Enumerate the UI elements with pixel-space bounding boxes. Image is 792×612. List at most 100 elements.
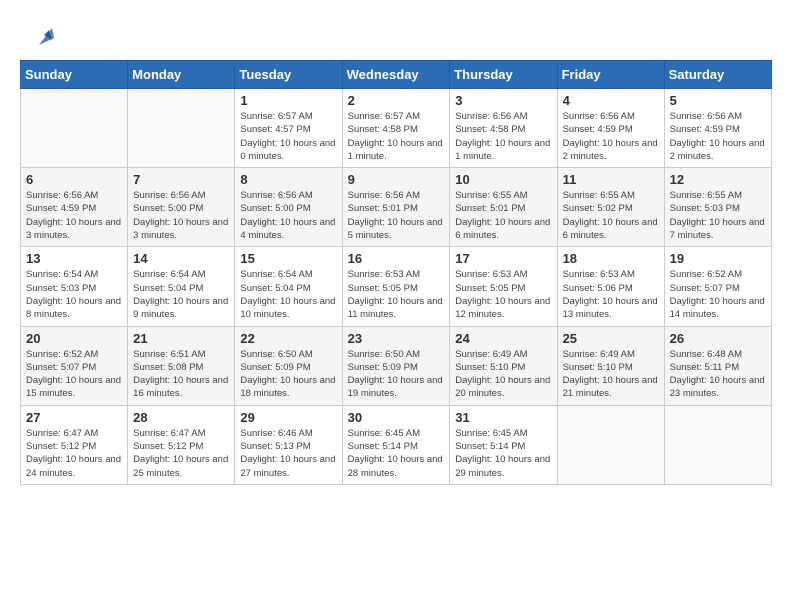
day-info: Sunrise: 6:49 AM Sunset: 5:10 PM Dayligh… <box>563 348 659 401</box>
day-info: Sunrise: 6:54 AM Sunset: 5:04 PM Dayligh… <box>133 268 229 321</box>
day-number: 13 <box>26 251 122 266</box>
day-info: Sunrise: 6:55 AM Sunset: 5:03 PM Dayligh… <box>670 189 766 242</box>
calendar-cell: 13 Sunrise: 6:54 AM Sunset: 5:03 PM Dayli… <box>21 247 128 326</box>
day-info: Sunrise: 6:53 AM Sunset: 5:05 PM Dayligh… <box>455 268 551 321</box>
day-info: Sunrise: 6:49 AM Sunset: 5:10 PM Dayligh… <box>455 348 551 401</box>
calendar-cell: 3 Sunrise: 6:56 AM Sunset: 4:58 PM Daylig… <box>450 89 557 168</box>
calendar-cell: 18Sunrise: 6:53 AM Sunset: 5:06 PM Dayli… <box>557 247 664 326</box>
day-number: 2 <box>348 93 445 108</box>
calendar-cell: 30 Sunrise: 6:45 AM Sunset: 5:14 PM Dayli… <box>342 405 450 484</box>
day-info: Sunrise: 6:52 AM Sunset: 5:07 PM Dayligh… <box>26 348 122 401</box>
day-number: 23 <box>348 331 445 346</box>
calendar-cell: 9Sunrise: 6:56 AM Sunset: 5:01 PM Daylig… <box>342 168 450 247</box>
day-number: 17 <box>455 251 551 266</box>
day-number: 31 <box>455 410 551 425</box>
day-number: 25 <box>563 331 659 346</box>
day-number: 28 <box>133 410 229 425</box>
day-info: Sunrise: 6:55 AM Sunset: 5:02 PM Dayligh… <box>563 189 659 242</box>
day-info: Sunrise: 6:56 AM Sunset: 4:58 PM Dayligh… <box>455 110 551 163</box>
calendar-cell: 21 Sunrise: 6:51 AM Sunset: 5:08 PM Dayli… <box>128 326 235 405</box>
calendar-cell: 2Sunrise: 6:57 AM Sunset: 4:58 PM Daylig… <box>342 89 450 168</box>
calendar-week-row: 20 Sunrise: 6:52 AM Sunset: 5:07 PM Dayli… <box>21 326 772 405</box>
calendar-cell: 16Sunrise: 6:53 AM Sunset: 5:05 PM Dayli… <box>342 247 450 326</box>
day-number: 20 <box>26 331 122 346</box>
day-number: 1 <box>240 93 336 108</box>
day-number: 4 <box>563 93 659 108</box>
calendar-cell: 11 Sunrise: 6:55 AM Sunset: 5:02 PM Dayli… <box>557 168 664 247</box>
calendar-day-header: Friday <box>557 61 664 89</box>
calendar-cell: 19 Sunrise: 6:52 AM Sunset: 5:07 PM Dayli… <box>664 247 771 326</box>
day-info: Sunrise: 6:51 AM Sunset: 5:08 PM Dayligh… <box>133 348 229 401</box>
calendar-week-row: 27 Sunrise: 6:47 AM Sunset: 5:12 PM Dayli… <box>21 405 772 484</box>
day-info: Sunrise: 6:56 AM Sunset: 4:59 PM Dayligh… <box>670 110 766 163</box>
day-info: Sunrise: 6:47 AM Sunset: 5:12 PM Dayligh… <box>26 427 122 480</box>
day-info: Sunrise: 6:47 AM Sunset: 5:12 PM Dayligh… <box>133 427 229 480</box>
day-info: Sunrise: 6:50 AM Sunset: 5:09 PM Dayligh… <box>240 348 336 401</box>
day-info: Sunrise: 6:53 AM Sunset: 5:05 PM Dayligh… <box>348 268 445 321</box>
day-info: Sunrise: 6:50 AM Sunset: 5:09 PM Dayligh… <box>348 348 445 401</box>
day-info: Sunrise: 6:55 AM Sunset: 5:01 PM Dayligh… <box>455 189 551 242</box>
calendar-cell: 26 Sunrise: 6:48 AM Sunset: 5:11 PM Dayli… <box>664 326 771 405</box>
calendar-cell: 8 Sunrise: 6:56 AM Sunset: 5:00 PM Daylig… <box>235 168 342 247</box>
calendar-cell: 14 Sunrise: 6:54 AM Sunset: 5:04 PM Dayli… <box>128 247 235 326</box>
calendar-week-row: 6 Sunrise: 6:56 AM Sunset: 4:59 PM Daylig… <box>21 168 772 247</box>
day-info: Sunrise: 6:53 AM Sunset: 5:06 PM Dayligh… <box>563 268 659 321</box>
calendar-cell <box>557 405 664 484</box>
day-info: Sunrise: 6:45 AM Sunset: 5:14 PM Dayligh… <box>455 427 551 480</box>
day-info: Sunrise: 6:52 AM Sunset: 5:07 PM Dayligh… <box>670 268 766 321</box>
calendar-cell: 4 Sunrise: 6:56 AM Sunset: 4:59 PM Daylig… <box>557 89 664 168</box>
calendar-day-header: Tuesday <box>235 61 342 89</box>
day-info: Sunrise: 6:48 AM Sunset: 5:11 PM Dayligh… <box>670 348 766 401</box>
day-number: 12 <box>670 172 766 187</box>
day-number: 29 <box>240 410 336 425</box>
calendar-cell: 28 Sunrise: 6:47 AM Sunset: 5:12 PM Dayli… <box>128 405 235 484</box>
calendar-cell: 31 Sunrise: 6:45 AM Sunset: 5:14 PM Dayli… <box>450 405 557 484</box>
calendar-cell <box>21 89 128 168</box>
day-number: 9 <box>348 172 445 187</box>
calendar-cell: 23 Sunrise: 6:50 AM Sunset: 5:09 PM Dayli… <box>342 326 450 405</box>
day-number: 6 <box>26 172 122 187</box>
day-number: 30 <box>348 410 445 425</box>
day-number: 22 <box>240 331 336 346</box>
logo-icon <box>24 20 54 50</box>
calendar-day-header: Saturday <box>664 61 771 89</box>
day-info: Sunrise: 6:56 AM Sunset: 5:00 PM Dayligh… <box>240 189 336 242</box>
day-number: 21 <box>133 331 229 346</box>
day-number: 19 <box>670 251 766 266</box>
day-info: Sunrise: 6:45 AM Sunset: 5:14 PM Dayligh… <box>348 427 445 480</box>
day-number: 14 <box>133 251 229 266</box>
calendar-cell: 20 Sunrise: 6:52 AM Sunset: 5:07 PM Dayli… <box>21 326 128 405</box>
day-number: 24 <box>455 331 551 346</box>
day-info: Sunrise: 6:56 AM Sunset: 4:59 PM Dayligh… <box>26 189 122 242</box>
calendar-cell <box>128 89 235 168</box>
day-number: 10 <box>455 172 551 187</box>
day-number: 8 <box>240 172 336 187</box>
calendar-day-header: Monday <box>128 61 235 89</box>
calendar-cell: 10 Sunrise: 6:55 AM Sunset: 5:01 PM Dayli… <box>450 168 557 247</box>
calendar-cell: 5 Sunrise: 6:56 AM Sunset: 4:59 PM Daylig… <box>664 89 771 168</box>
day-number: 3 <box>455 93 551 108</box>
calendar-cell: 17 Sunrise: 6:53 AM Sunset: 5:05 PM Dayli… <box>450 247 557 326</box>
day-info: Sunrise: 6:46 AM Sunset: 5:13 PM Dayligh… <box>240 427 336 480</box>
day-number: 15 <box>240 251 336 266</box>
day-number: 26 <box>670 331 766 346</box>
day-info: Sunrise: 6:57 AM Sunset: 4:57 PM Dayligh… <box>240 110 336 163</box>
page-header <box>20 20 772 50</box>
calendar-cell: 24 Sunrise: 6:49 AM Sunset: 5:10 PM Dayli… <box>450 326 557 405</box>
logo <box>20 20 54 50</box>
calendar-day-header: Wednesday <box>342 61 450 89</box>
calendar-cell: 7Sunrise: 6:56 AM Sunset: 5:00 PM Daylig… <box>128 168 235 247</box>
calendar-cell: 25 Sunrise: 6:49 AM Sunset: 5:10 PM Dayli… <box>557 326 664 405</box>
day-info: Sunrise: 6:56 AM Sunset: 4:59 PM Dayligh… <box>563 110 659 163</box>
day-info: Sunrise: 6:54 AM Sunset: 5:04 PM Dayligh… <box>240 268 336 321</box>
day-info: Sunrise: 6:54 AM Sunset: 5:03 PM Dayligh… <box>26 268 122 321</box>
calendar-header-row: SundayMondayTuesdayWednesdayThursdayFrid… <box>21 61 772 89</box>
day-number: 11 <box>563 172 659 187</box>
day-number: 7 <box>133 172 229 187</box>
day-number: 27 <box>26 410 122 425</box>
calendar-cell: 15 Sunrise: 6:54 AM Sunset: 5:04 PM Dayli… <box>235 247 342 326</box>
calendar-cell: 29 Sunrise: 6:46 AM Sunset: 5:13 PM Dayli… <box>235 405 342 484</box>
day-number: 5 <box>670 93 766 108</box>
calendar-week-row: 13 Sunrise: 6:54 AM Sunset: 5:03 PM Dayli… <box>21 247 772 326</box>
calendar-day-header: Sunday <box>21 61 128 89</box>
